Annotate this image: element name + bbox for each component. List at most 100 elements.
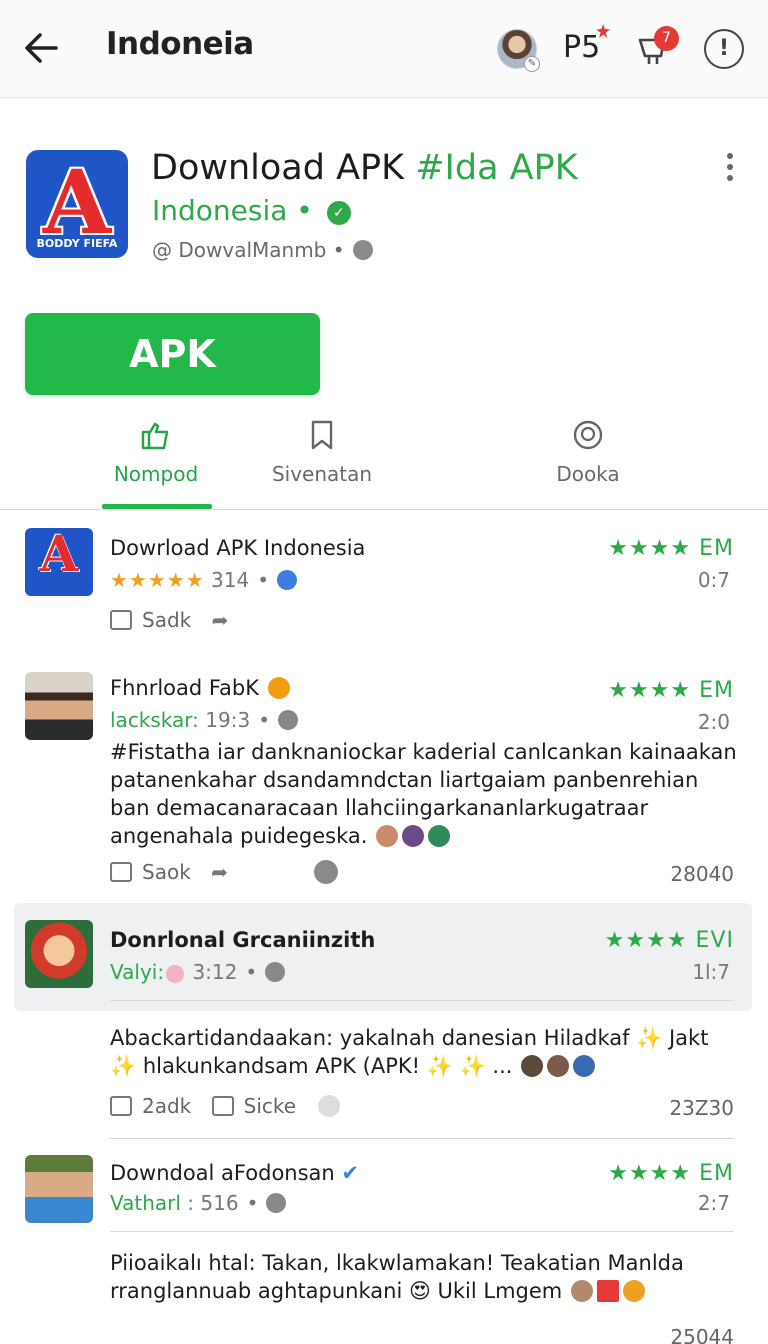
info-icon[interactable]: !	[704, 29, 744, 69]
like-label: Saok	[142, 860, 191, 884]
points-button[interactable]: P5	[563, 24, 611, 65]
app-icon-caption: BODDY FIEFA	[36, 237, 118, 250]
highlighted-review-bg	[14, 903, 752, 1011]
reviewer-name: Downdoal aFodonsan	[110, 1161, 335, 1185]
info-badge-icon	[265, 962, 286, 982]
review-count: 25044	[670, 1325, 734, 1344]
tab-dooka[interactable]: Dooka	[540, 418, 636, 486]
active-tab-indicator	[102, 504, 212, 509]
fire-emoji-icon	[267, 677, 290, 699]
bookmark-icon	[211, 1096, 234, 1116]
app-region-label: Indonesia •	[152, 194, 313, 227]
page-title: Indoneia	[106, 26, 254, 62]
points-label: P5	[563, 30, 601, 65]
review-title: Downdoal aFodonsan ✔	[110, 1161, 359, 1185]
divider	[110, 1231, 734, 1232]
review-time: 0:7	[697, 568, 730, 592]
app-developer[interactable]: @ DowvalManmb •	[152, 238, 373, 262]
divider	[110, 1138, 734, 1139]
reply-icon	[110, 610, 132, 630]
review-meta: Vatharl : 516 •	[110, 1191, 287, 1215]
tab-bar: Nompod Sivenatan Dooka	[0, 410, 768, 510]
heart-emoji-icon	[166, 965, 185, 983]
user-avatar[interactable]: ✎	[497, 29, 540, 72]
tab-sivenatan[interactable]: Sivenatan	[270, 418, 374, 486]
review-meta-value: 3:12	[192, 960, 238, 984]
reviewer-avatar	[25, 920, 93, 988]
app-title: Download APK #Ida APK	[151, 148, 578, 188]
like-button[interactable]: Saok	[110, 860, 191, 884]
rating-stars: ★★★★★	[110, 568, 205, 592]
more-circle-icon[interactable]	[314, 860, 339, 884]
face-emoji-icon	[376, 825, 399, 847]
skull-emoji-icon	[318, 1095, 341, 1117]
reviewer-handle: Vatharl :	[110, 1191, 195, 1215]
review-stars: ★★★★ EM	[608, 536, 734, 561]
app-icon: A BODDY FIEFA	[26, 150, 128, 258]
share-icon[interactable]: ➦	[211, 860, 228, 884]
reply-button[interactable]: Sadk	[110, 608, 191, 632]
rating-count: 314	[211, 568, 250, 592]
badge-icon	[571, 418, 605, 452]
edit-icon: ✎	[524, 56, 540, 72]
review-body: Piioaikalı htal: Takan, lkakwlamakan! Te…	[110, 1249, 740, 1305]
reviewer-avatar	[25, 1155, 93, 1223]
share-icon[interactable]: ➦	[212, 608, 229, 632]
face-emoji-icon	[570, 1280, 593, 1302]
review-body: #Fistatha iar danknaniockar kaderial can…	[110, 738, 740, 850]
tab-label: Nompod	[113, 462, 199, 486]
review-title: Fhnrload FabK	[110, 676, 292, 700]
reviewer-handle: Valyi:	[110, 960, 165, 984]
review-actions: 2adk Sicke	[110, 1094, 342, 1118]
review-app-icon: A	[25, 528, 93, 596]
verified-icon: ✔	[341, 1161, 360, 1185]
reviewer-avatar	[25, 672, 93, 740]
app-region: Indonesia • ✓	[152, 194, 351, 227]
face-emoji-icon	[521, 1055, 544, 1077]
bookmark-button[interactable]: Sicke	[211, 1094, 297, 1118]
like-label: 2adk	[142, 1094, 192, 1118]
info-badge-icon	[277, 710, 298, 730]
divider	[110, 1000, 734, 1001]
flag-emoji-icon	[596, 1280, 619, 1302]
smile-emoji-icon	[622, 1280, 645, 1302]
car-emoji-icon	[573, 1055, 596, 1077]
review-stars: ★★★★ EM	[608, 678, 734, 703]
review-time: 2:7	[697, 1191, 730, 1215]
thumbs-up-icon	[110, 862, 132, 882]
review-actions: Saok ➦	[110, 860, 339, 884]
more-options-icon[interactable]	[718, 150, 742, 186]
bookmark-label: Sicke	[243, 1094, 297, 1118]
developer-label: @ DowvalManmb •	[152, 238, 345, 262]
review-stars: ★★★★ EVI	[604, 928, 734, 953]
review-count: 28040	[670, 862, 734, 886]
review-title: Dowrload APK Indonesia	[110, 536, 366, 560]
verified-icon: ✓	[326, 201, 351, 225]
thumbs-up-bag-icon	[139, 418, 173, 452]
tab-nompod[interactable]: Nompod	[104, 418, 208, 486]
review-meta: ★★★★★ 314 •	[110, 568, 297, 592]
info-badge-icon	[266, 1193, 287, 1213]
apk-download-button[interactable]: APK	[25, 313, 320, 395]
back-arrow-icon[interactable]	[20, 26, 64, 70]
review-meta-value: 19:3	[205, 708, 251, 732]
thumbs-up-icon	[110, 1096, 132, 1116]
review-count: 23Z30	[669, 1096, 734, 1120]
review-meta: Valyi: 3:12 •	[110, 960, 286, 984]
review-meta: lackskar: 19:3 •	[110, 708, 298, 732]
review-title: Donrlonal Grcaniinzith	[110, 928, 376, 952]
tab-label: Dooka	[556, 462, 620, 486]
top-app-bar: Indoneia ✎ P5 7 !	[0, 0, 768, 98]
review-time: 1l:7	[692, 960, 730, 984]
review-text: Abackartidandaakan: yakalnah danesian Hi…	[110, 1026, 709, 1078]
like-button[interactable]: 2adk	[110, 1094, 191, 1118]
tab-label: Sivenatan	[271, 462, 373, 486]
review-meta-value: 516	[200, 1191, 239, 1215]
globe-icon	[352, 240, 373, 260]
cart-count-badge: 7	[654, 26, 679, 51]
review-stars: ★★★★ EM	[608, 1161, 734, 1186]
info-badge-icon	[277, 570, 297, 590]
face-emoji-icon	[428, 825, 451, 847]
review-body: Abackartidandaakan: yakalnah danesian Hi…	[110, 1024, 740, 1080]
face-emoji-icon	[547, 1055, 570, 1077]
